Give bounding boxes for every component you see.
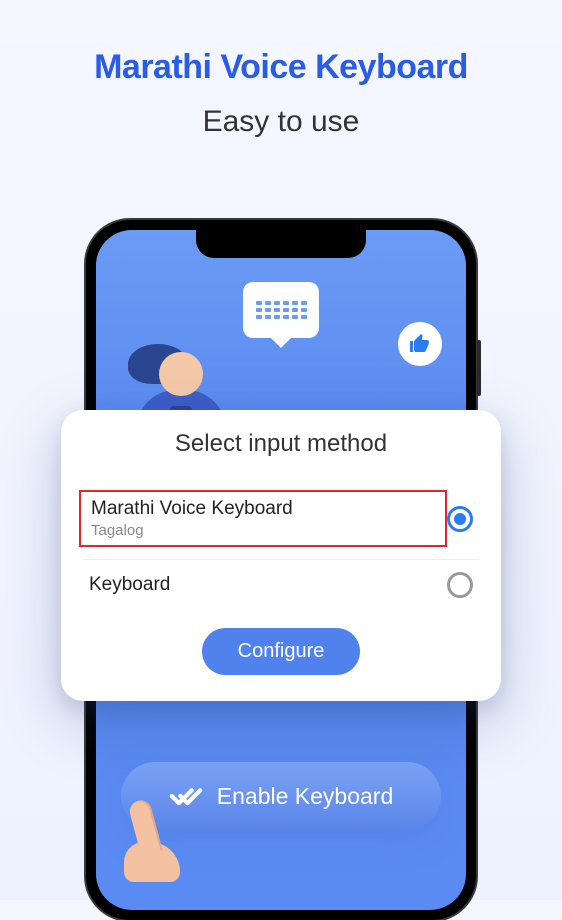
input-option-marathi[interactable]: Marathi Voice Keyboard Tagalog — [83, 478, 479, 560]
input-option-keyboard[interactable]: Keyboard — [83, 560, 479, 610]
option-sublabel: Tagalog — [91, 522, 435, 539]
option-highlight-box: Marathi Voice Keyboard Tagalog — [79, 490, 447, 547]
keyboard-icon — [243, 282, 319, 338]
phone-notch — [196, 230, 366, 258]
page-subtitle: Easy to use — [0, 105, 562, 139]
radio-selected-icon[interactable] — [447, 506, 473, 532]
thumbs-up-icon[interactable] — [398, 322, 442, 366]
option-label: Marathi Voice Keyboard — [91, 498, 435, 520]
modal-title: Select input method — [83, 430, 479, 458]
phone-side-button — [477, 340, 481, 396]
configure-button[interactable]: Configure — [202, 628, 361, 675]
option-label: Keyboard — [89, 574, 447, 596]
pointing-hand-illustration — [134, 800, 180, 882]
radio-unselected-icon[interactable] — [447, 572, 473, 598]
input-method-modal: Select input method Marathi Voice Keyboa… — [61, 410, 501, 701]
enable-button-label: Enable Keyboard — [217, 783, 393, 810]
page-title: Marathi Voice Keyboard — [0, 0, 562, 87]
